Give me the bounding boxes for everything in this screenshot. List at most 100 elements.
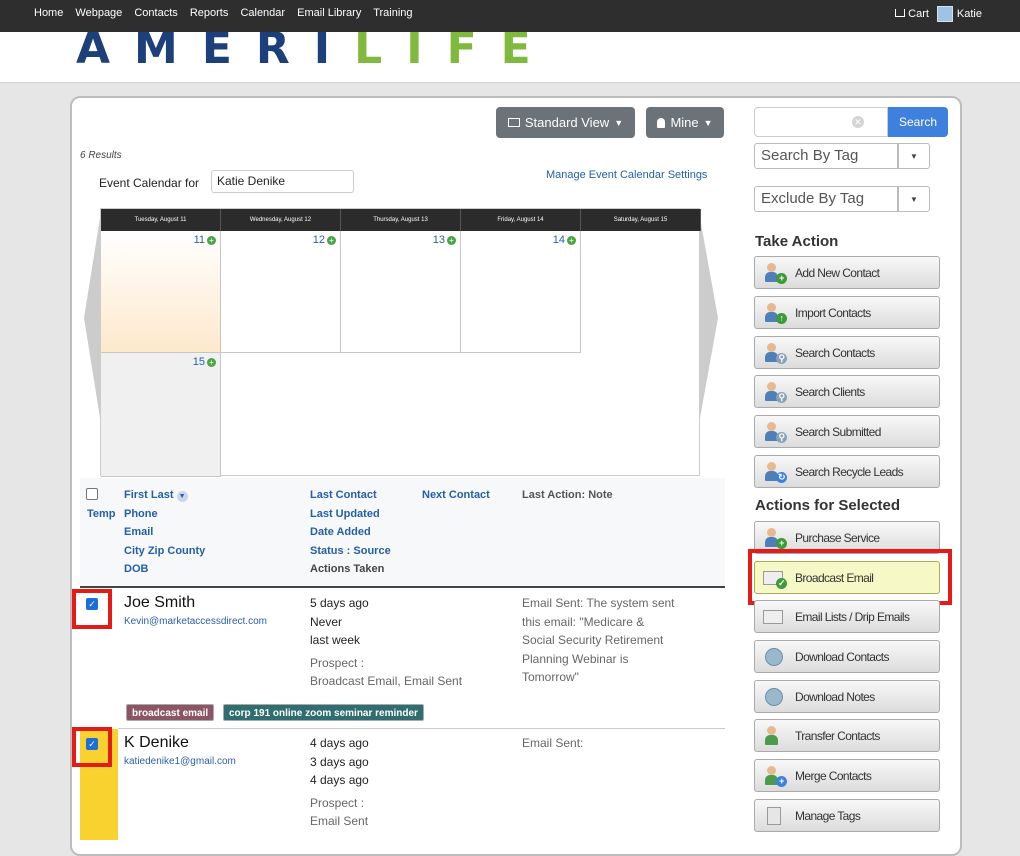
calendar-cell[interactable]: 12 + (221, 231, 341, 353)
calendar-date: 15 (192, 356, 205, 368)
contact-email[interactable]: Kevin@marketaccessdirect.com (124, 616, 267, 627)
transfer-contacts-icon (763, 725, 785, 747)
recycle-leads-icon: ↻ (763, 461, 787, 483)
manage-calendar-settings-link[interactable]: Manage Event Calendar Settings (546, 169, 707, 181)
caret-down-icon: ▼ (614, 117, 624, 128)
add-contact-icon: + (763, 262, 787, 284)
sort-status-source[interactable]: Status : Source (310, 542, 391, 561)
calendar-cell[interactable]: 15 + (101, 353, 221, 477)
manage-tags-icon (763, 805, 785, 827)
calendar-cell[interactable]: 13 + (341, 231, 461, 353)
contact-email[interactable]: katiedenike1@gmail.com (124, 756, 236, 767)
nav-link-webpage[interactable]: Webpage (75, 7, 122, 19)
nav-link-reports[interactable]: Reports (190, 7, 229, 19)
contact-name[interactable]: Joe Smith (124, 594, 195, 612)
calendar-date: 11 (193, 234, 205, 246)
sort-last-updated[interactable]: Last Updated (310, 505, 391, 524)
status-value: Prospect : (310, 655, 365, 670)
actions-value: Email Sent (310, 814, 369, 828)
add-event-icon[interactable]: + (207, 235, 216, 245)
sort-date-added[interactable]: Date Added (310, 523, 391, 542)
merge-contacts-button[interactable]: + Merge Contacts (754, 759, 940, 792)
calendar-date: 13 (432, 234, 445, 246)
merge-contacts-icon: + (763, 765, 787, 787)
sort-email[interactable]: Email (124, 523, 205, 542)
nav-link-home[interactable]: Home (34, 7, 63, 19)
exclude-by-tag-select[interactable]: Exclude By Tag (754, 186, 898, 212)
download-notes-icon (763, 686, 785, 708)
sidebar-search-input[interactable] (754, 107, 888, 137)
sidebar-search-button[interactable]: Search (888, 107, 948, 137)
download-contacts-icon (763, 646, 785, 668)
calendar-next-arrow[interactable] (700, 218, 718, 418)
sort-city[interactable]: City Zip County (124, 542, 205, 561)
nav-link-calendar[interactable]: Calendar (240, 7, 285, 19)
contact-tag[interactable]: broadcast email (126, 704, 215, 721)
sort-first-last[interactable]: First Last ▼ (124, 486, 205, 505)
import-contacts-icon: ↑ (763, 302, 787, 324)
search-clients-button[interactable]: ⚲ Search Clients (754, 375, 940, 408)
search-recycle-leads-button[interactable]: ↻ Search Recycle Leads (754, 455, 940, 488)
actions-taken-header: Actions Taken (310, 563, 385, 575)
standard-view-label: Standard View (524, 115, 610, 130)
search-by-tag-dropdown-icon[interactable]: ▼ (898, 143, 930, 169)
event-calendar: Tuesday, August 11 Wednesday, August 12 … (100, 208, 701, 477)
cart-link[interactable]: Cart (895, 8, 929, 20)
add-new-contact-button[interactable]: + Add New Contact (754, 256, 940, 289)
calendar-date: 14 (552, 234, 565, 246)
top-nav-bar: Home Webpage Contacts Reports Calendar E… (0, 0, 1020, 32)
manage-tags-button[interactable]: Manage Tags (754, 799, 940, 832)
sort-phone[interactable]: Phone (124, 505, 205, 524)
email-lists-icon (763, 606, 785, 628)
contact-tag[interactable]: corp 191 online zoom seminar reminder (223, 704, 424, 721)
calendar-day-header: Wednesday, August 12 (221, 209, 341, 231)
brand-logo[interactable]: AMERILIFE (76, 32, 555, 74)
broadcast-email-button[interactable]: ✓ Broadcast Email (754, 561, 940, 594)
search-contacts-button[interactable]: ⚲ Search Contacts (754, 336, 940, 369)
add-event-icon[interactable]: + (207, 357, 216, 367)
calendar-prev-arrow[interactable] (84, 218, 100, 418)
import-contacts-button[interactable]: ↑ Import Contacts (754, 296, 940, 329)
email-lists-button[interactable]: Email Lists / Drip Emails (754, 600, 940, 633)
row-checkbox[interactable]: ✓ (86, 598, 98, 610)
actions-value: Broadcast Email, Email Sent (310, 674, 463, 688)
user-menu[interactable]: Katie (936, 6, 982, 22)
download-contacts-button[interactable]: Download Contacts (754, 640, 940, 673)
exclude-by-tag-dropdown-icon[interactable]: ▼ (898, 186, 930, 212)
standard-view-dropdown[interactable]: Standard View ▼ (496, 107, 635, 138)
sort-dob[interactable]: DOB (124, 560, 205, 579)
clear-search-icon[interactable]: ✕ (852, 116, 864, 128)
nav-link-contacts[interactable]: Contacts (134, 7, 177, 19)
sort-last-contact[interactable]: Last Contact (310, 486, 391, 505)
contact-dates: 5 days ago Never last week Prospect : Br… (310, 594, 462, 691)
transfer-contacts-button[interactable]: Transfer Contacts (754, 719, 940, 752)
calendar-day-header: Friday, August 14 (461, 209, 581, 231)
cart-label: Cart (908, 8, 929, 20)
add-event-icon[interactable]: + (327, 235, 336, 245)
last-action-header: Last Action: Note (522, 489, 613, 501)
calendar-day-header: Tuesday, August 11 (101, 209, 221, 231)
mine-dropdown[interactable]: Mine ▼ (646, 107, 724, 138)
last-contact-value: 5 days ago (310, 596, 369, 610)
calendar-header: Tuesday, August 11 Wednesday, August 12 … (101, 209, 701, 231)
add-event-icon[interactable]: + (447, 235, 456, 245)
calendar-cell[interactable]: 14 + (461, 231, 581, 353)
temp-header[interactable]: Temp (87, 505, 116, 524)
calendar-cell[interactable]: 11 + (101, 231, 221, 353)
event-calendar-label: Event Calendar for (99, 176, 200, 190)
actions-for-selected-title: Actions for Selected (755, 497, 901, 514)
download-notes-button[interactable]: Download Notes (754, 680, 940, 713)
row-checkbox[interactable]: ✓ (86, 738, 98, 750)
search-submitted-icon: ⚲ (763, 421, 787, 443)
nav-link-training[interactable]: Training (373, 7, 412, 19)
select-all-checkbox[interactable] (86, 488, 98, 500)
search-by-tag-select[interactable]: Search By Tag (754, 143, 898, 169)
search-submitted-button[interactable]: ⚲ Search Submitted (754, 415, 940, 448)
results-count: 6 Results (80, 150, 122, 161)
add-event-icon[interactable]: + (567, 235, 576, 245)
sort-next-contact[interactable]: Next Contact (422, 486, 490, 505)
contact-name[interactable]: K Denike (124, 734, 189, 752)
last-contact-value: 4 days ago (310, 736, 369, 750)
nav-link-email-library[interactable]: Email Library (297, 7, 361, 19)
event-calendar-select[interactable]: Katie Denike (211, 170, 354, 193)
